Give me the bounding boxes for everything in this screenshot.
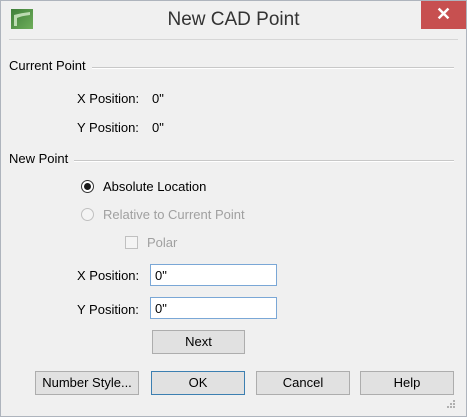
polar-label[interactable]: Polar [147, 235, 177, 250]
y-position-input[interactable] [150, 297, 277, 319]
new-y-label: Y Position: [77, 302, 139, 317]
title-bar[interactable]: New CAD Point ✕ [1, 1, 466, 39]
x-position-input[interactable] [150, 264, 277, 286]
help-button[interactable]: Help [360, 371, 454, 395]
absolute-location-radio[interactable] [81, 180, 94, 193]
current-point-group-label: Current Point [9, 58, 92, 73]
resize-grip-icon[interactable] [446, 399, 456, 409]
current-y-label: Y Position: [77, 120, 139, 135]
current-y-value: 0" [152, 120, 164, 135]
new-point-divider [19, 160, 454, 162]
relative-location-label[interactable]: Relative to Current Point [103, 207, 245, 222]
next-button[interactable]: Next [152, 330, 245, 354]
absolute-location-label[interactable]: Absolute Location [103, 179, 206, 194]
number-style-button[interactable]: Number Style... [35, 371, 139, 395]
polar-checkbox[interactable] [125, 236, 138, 249]
ok-button[interactable]: OK [151, 371, 245, 395]
close-button[interactable]: ✕ [421, 1, 466, 29]
relative-location-radio[interactable] [81, 208, 94, 221]
current-x-value: 0" [152, 91, 164, 106]
dialog-window: New CAD Point ✕ Current Point X Position… [0, 0, 467, 417]
new-x-label: X Position: [77, 268, 140, 283]
cancel-button[interactable]: Cancel [256, 371, 350, 395]
window-title: New CAD Point [167, 9, 300, 30]
new-point-group-label: New Point [9, 151, 75, 166]
current-x-label: X Position: [77, 91, 140, 106]
dialog-body: Current Point X Position: 0" Y Position:… [9, 39, 458, 411]
